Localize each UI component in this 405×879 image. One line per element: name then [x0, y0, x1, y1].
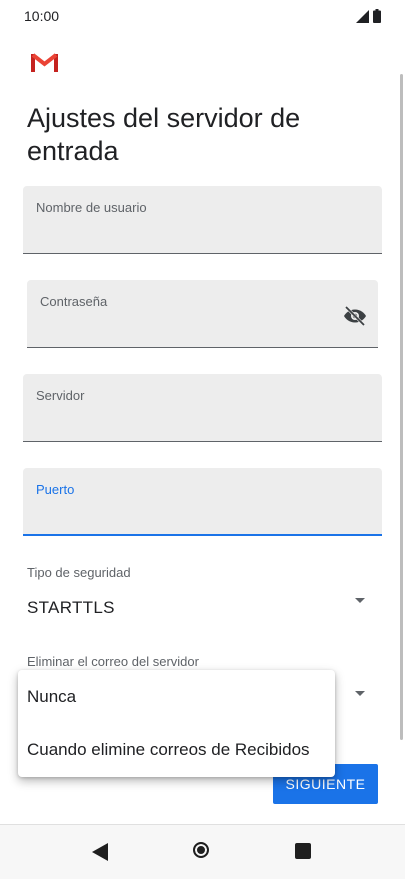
visibility-off-icon[interactable]	[343, 306, 367, 326]
back-icon[interactable]	[92, 843, 108, 861]
port-field[interactable]: Puerto	[23, 468, 382, 536]
gmail-logo-icon	[31, 53, 58, 72]
username-label: Nombre de usuario	[36, 200, 147, 215]
menu-item-delete-from-inbox[interactable]: Cuando elimine correos de Recibidos	[27, 740, 310, 760]
status-icons	[356, 9, 381, 23]
password-label: Contraseña	[40, 294, 108, 309]
dropdown-menu: Nunca Cuando elimine correos de Recibido…	[18, 670, 335, 777]
menu-item-never[interactable]: Nunca	[27, 687, 76, 707]
server-field[interactable]: Servidor	[23, 374, 382, 442]
security-type-value: STARTTLS	[27, 598, 115, 617]
status-time: 10:00	[24, 8, 60, 24]
server-label: Servidor	[36, 388, 85, 403]
navigation-bar	[0, 824, 405, 879]
delete-from-server-label: Eliminar el correo del servidor	[27, 654, 199, 669]
battery-icon	[373, 9, 381, 23]
home-icon[interactable]	[193, 842, 209, 858]
password-field[interactable]: Contraseña	[27, 280, 378, 348]
port-label: Puerto	[36, 482, 75, 497]
status-bar: 10:00	[0, 0, 405, 32]
security-type-select[interactable]: STARTTLS	[0, 585, 405, 625]
scrollbar[interactable]	[400, 74, 403, 740]
security-type-label: Tipo de seguridad	[27, 565, 131, 580]
username-field[interactable]: Nombre de usuario	[23, 186, 382, 254]
recents-icon[interactable]	[295, 843, 311, 859]
signal-icon	[356, 9, 369, 23]
chevron-down-icon	[355, 691, 365, 696]
chevron-down-icon	[355, 598, 365, 603]
page-title: Ajustes del servidor de entrada	[27, 103, 301, 166]
